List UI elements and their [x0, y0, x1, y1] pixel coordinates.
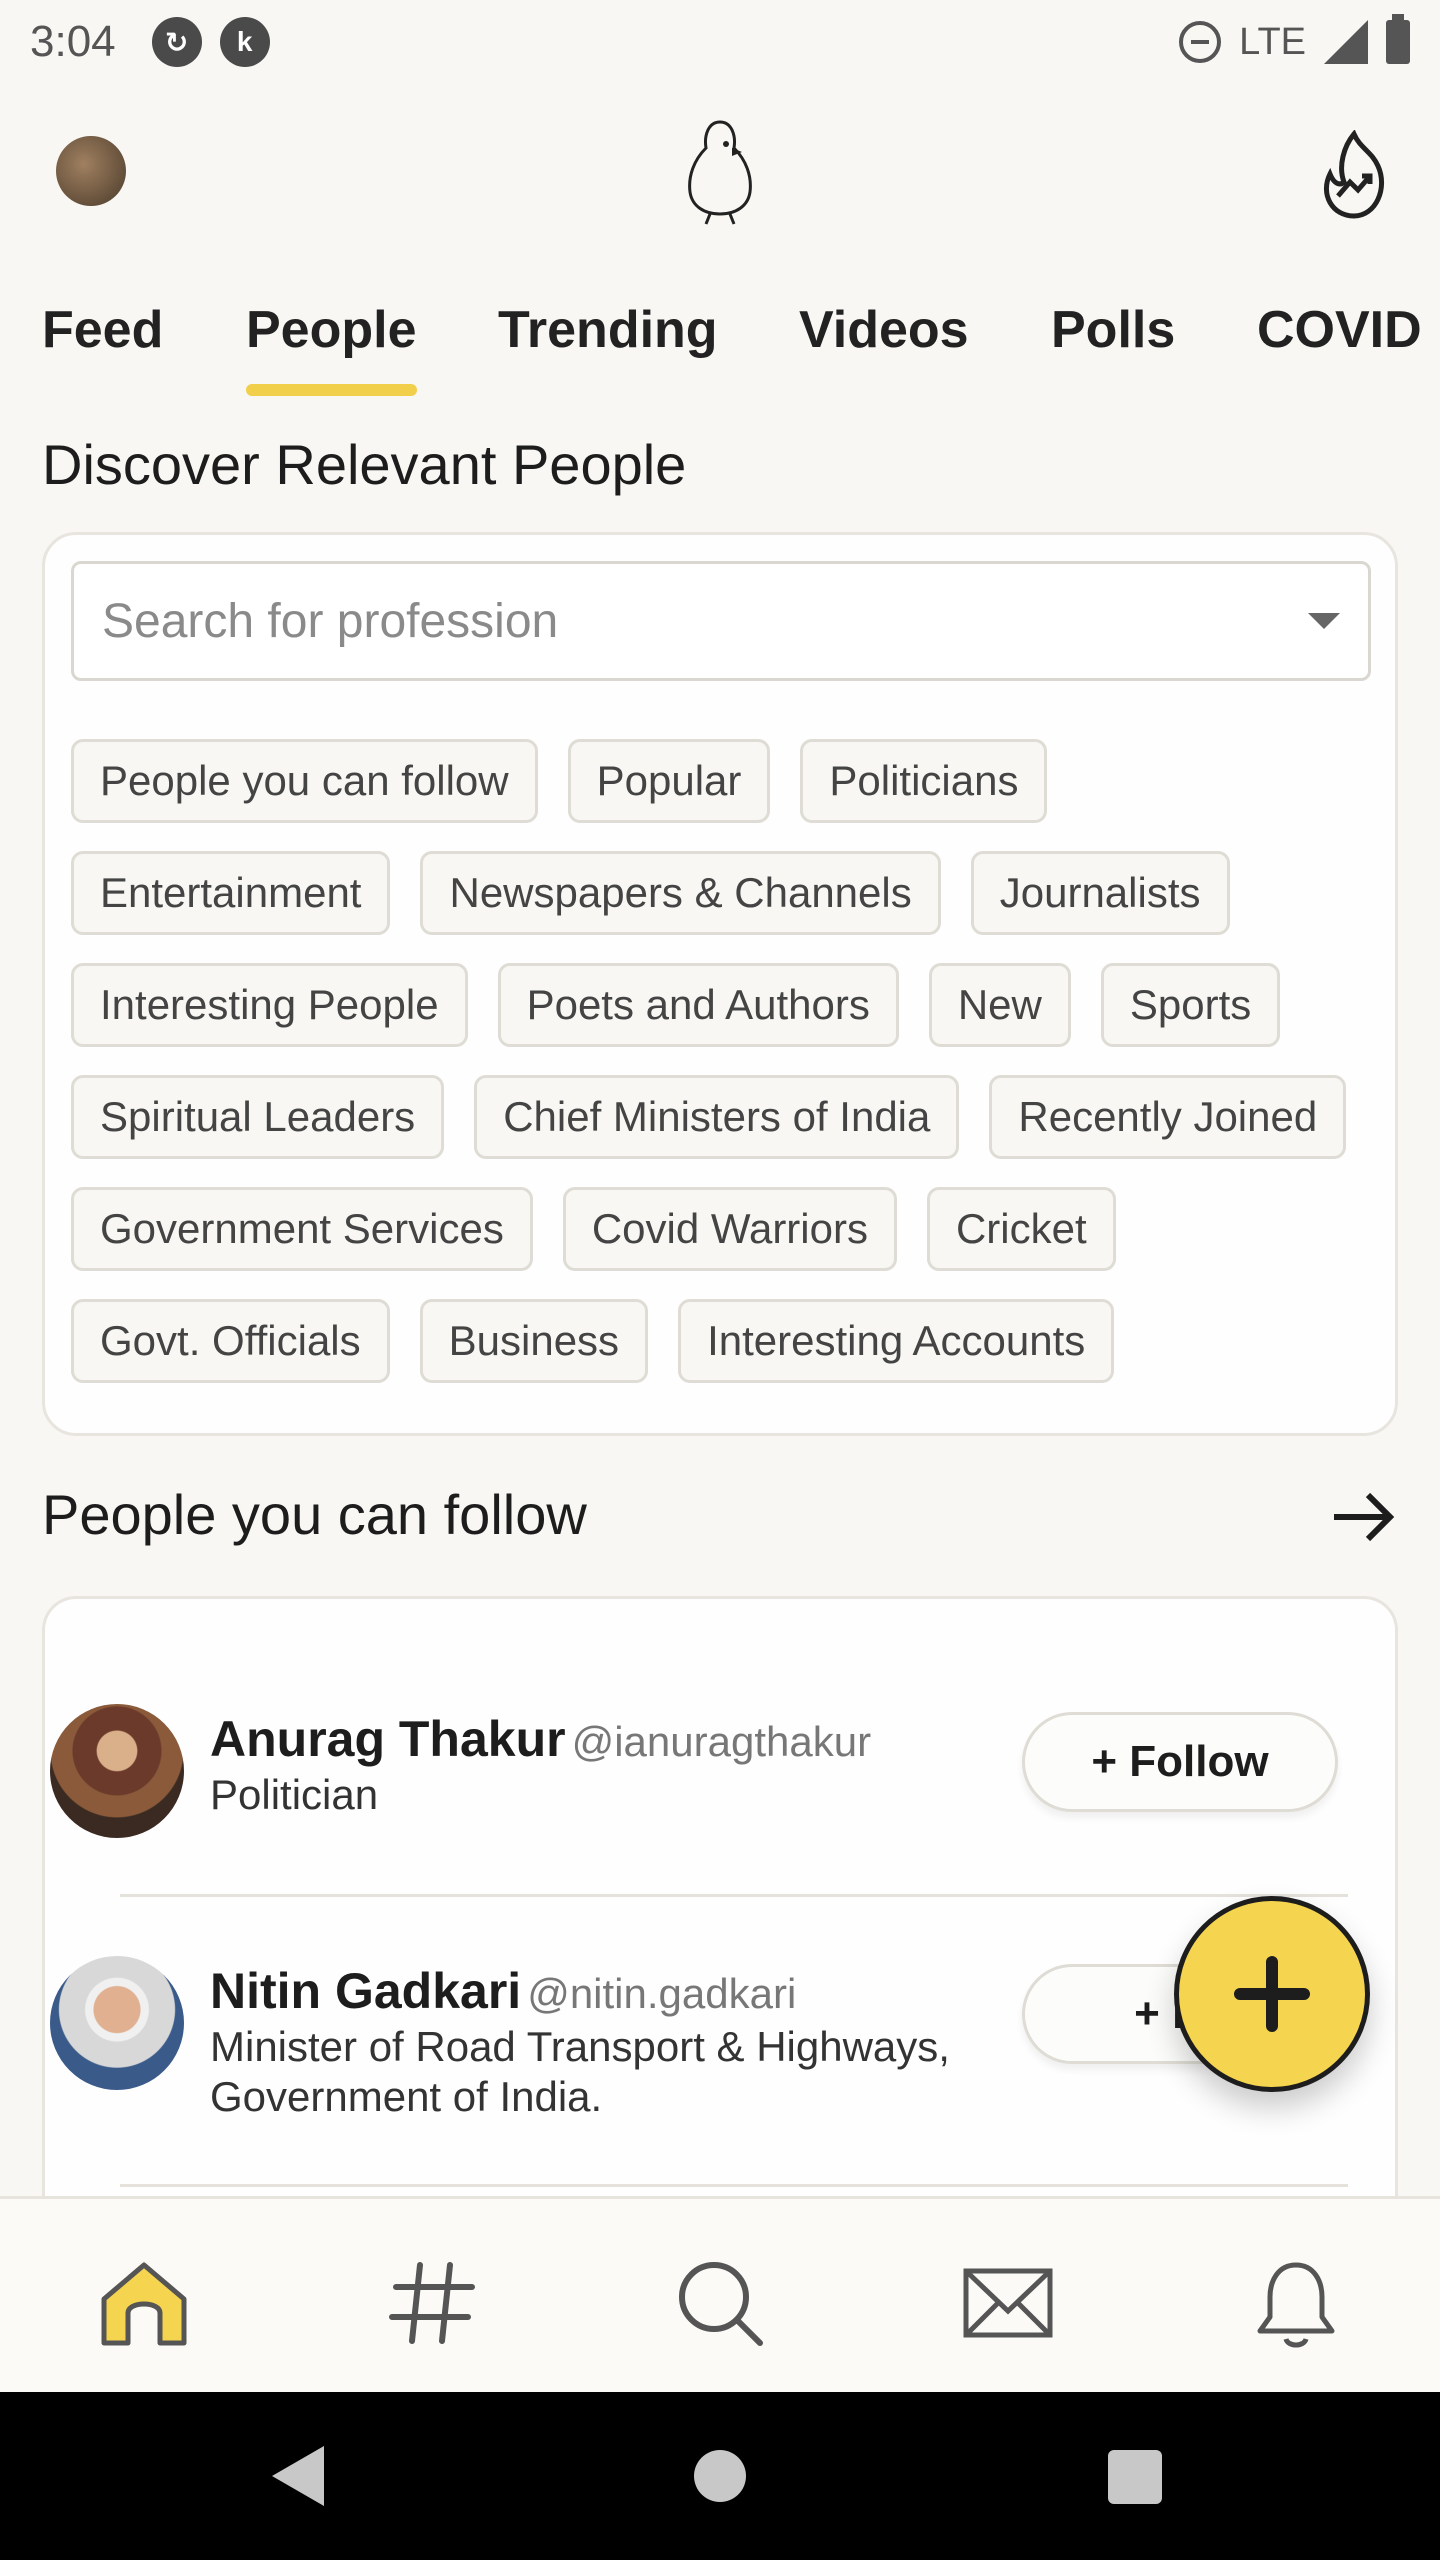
category-tabs: Feed People Trending Videos Polls COVID: [0, 290, 1440, 400]
status-time: 3:04: [30, 17, 116, 66]
profile-avatar[interactable]: [56, 136, 126, 206]
hashtag-icon[interactable]: [384, 2255, 480, 2351]
person-name: Nitin Gadkari: [210, 1963, 522, 2019]
tab-videos[interactable]: Videos: [799, 300, 969, 360]
chip[interactable]: Popular: [567, 739, 771, 823]
profession-search-dropdown[interactable]: Search for profession: [71, 561, 1371, 681]
chip[interactable]: Sports: [1100, 963, 1281, 1047]
chip[interactable]: Interesting People: [71, 963, 468, 1047]
person-description: Politician: [210, 1771, 379, 1818]
chip[interactable]: Poets and Authors: [497, 963, 899, 1047]
person-name: Anurag Thakur: [210, 1711, 566, 1767]
chip[interactable]: Business: [419, 1299, 649, 1383]
chip[interactable]: Recently Joined: [989, 1075, 1347, 1159]
avatar: [50, 1956, 184, 2090]
tab-people[interactable]: People: [246, 300, 417, 396]
chip[interactable]: Govt. Officials: [71, 1299, 390, 1383]
chip[interactable]: Chief Ministers of India: [474, 1075, 960, 1159]
follow-button[interactable]: + Follow: [1022, 1712, 1338, 1812]
chip[interactable]: People you can follow: [71, 739, 538, 823]
back-icon[interactable]: [272, 2446, 324, 2506]
sync-notification-icon: ↻: [151, 17, 202, 67]
mail-icon[interactable]: [960, 2255, 1056, 2351]
discover-card: Search for profession People you can fol…: [42, 532, 1398, 1436]
do-not-disturb-icon: [1179, 21, 1222, 63]
tab-trending[interactable]: Trending: [498, 300, 718, 360]
chip[interactable]: Journalists: [970, 851, 1230, 935]
signal-icon: [1324, 20, 1368, 64]
app-header: [0, 110, 1440, 240]
chip[interactable]: Spiritual Leaders: [71, 1075, 445, 1159]
koo-bird-logo: [688, 120, 752, 225]
plus-icon: [1234, 1956, 1310, 2032]
person-handle: @ianuragthakur: [571, 1718, 872, 1765]
chip[interactable]: Covid Warriors: [562, 1187, 897, 1271]
search-placeholder: Search for profession: [102, 594, 559, 648]
chip[interactable]: Politicians: [800, 739, 1048, 823]
tab-covid[interactable]: COVID: [1257, 300, 1422, 360]
system-navigation-bar: [0, 2392, 1440, 2560]
bottom-navigation: [0, 2196, 1440, 2392]
follow-section-title: People you can follow: [42, 1483, 587, 1546]
arrow-right-icon[interactable]: [1328, 1482, 1398, 1552]
person-description: Minister of Road Transport & Highways, G…: [210, 2023, 950, 2120]
person-handle: @nitin.gadkari: [527, 1970, 797, 2017]
chip[interactable]: Newspapers & Channels: [420, 851, 941, 935]
tab-feed[interactable]: Feed: [42, 300, 163, 360]
avatar: [50, 1704, 184, 1838]
divider: [120, 2184, 1348, 2187]
search-icon[interactable]: [672, 2255, 768, 2351]
chip[interactable]: Entertainment: [71, 851, 391, 935]
bell-icon[interactable]: [1248, 2255, 1344, 2351]
trending-flame-icon[interactable]: [1316, 130, 1392, 222]
chip[interactable]: New: [928, 963, 1071, 1047]
list-item[interactable]: Anurag Thakur @ianuragthakur Politician +…: [50, 1704, 1350, 1844]
profession-chips: People you can follow Popular Politician…: [71, 739, 1381, 1411]
tab-polls[interactable]: Polls: [1051, 300, 1175, 360]
chip[interactable]: Cricket: [926, 1187, 1116, 1271]
create-post-button[interactable]: [1174, 1896, 1370, 2092]
koo-notification-icon: k: [219, 17, 270, 67]
recents-icon[interactable]: [1108, 2450, 1162, 2504]
status-bar: 3:04 ↻ k LTE: [0, 0, 1440, 84]
chip[interactable]: Interesting Accounts: [678, 1299, 1115, 1383]
chevron-down-icon: [1308, 613, 1340, 629]
discover-title: Discover Relevant People: [42, 433, 687, 496]
network-type: LTE: [1239, 20, 1306, 63]
list-item[interactable]: Nitin Gadkari @nitin.gadkari Minister of …: [50, 1956, 1350, 2156]
battery-icon: [1386, 14, 1410, 64]
home-icon[interactable]: [96, 2255, 192, 2351]
divider: [120, 1894, 1348, 1897]
home-circle-icon[interactable]: [694, 2450, 746, 2502]
chip[interactable]: Government Services: [71, 1187, 533, 1271]
